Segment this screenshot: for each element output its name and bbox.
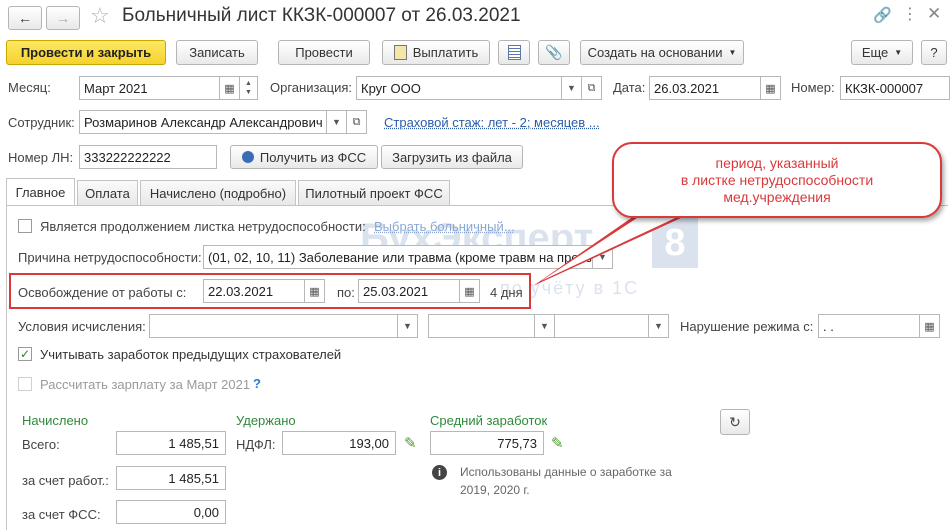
callout-text: период, указанный в листке нетрудоспособ… <box>680 154 874 205</box>
callout-bubble: период, указанный в листке нетрудоспособ… <box>612 142 942 218</box>
callout-pointer <box>533 212 694 286</box>
